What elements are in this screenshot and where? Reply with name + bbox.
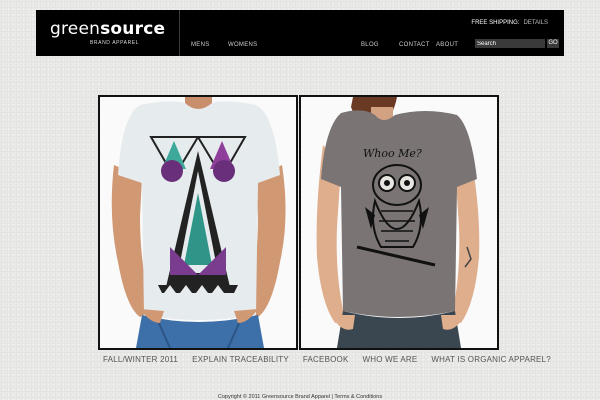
nav-about[interactable]: ABOUT [436,42,458,48]
site-header: greensource BRAND APPAREL MENS WOMENS BL… [36,10,564,56]
site-footer: Copyright © 2011 Greensource Brand Appar… [217,394,383,400]
link-fall-winter-2011[interactable]: FALL/WINTER 2011 [103,355,178,364]
womens-tee-product-image[interactable]: Whoo Me? [299,95,499,350]
mens-tee-product-image[interactable] [98,95,298,350]
nav-contact[interactable]: CONTACT [399,42,430,48]
brand-logo-wordmark: greensource [50,19,166,39]
free-shipping-label: FREE SHIPPING: [471,20,520,26]
free-shipping-notice: FREE SHIPPING: DETAILS [471,20,548,26]
mens-tee-illustration [100,97,296,348]
nav-womens[interactable]: WOMENS [228,42,257,48]
shipping-details-link[interactable]: DETAILS [523,20,548,26]
link-who-we-are[interactable]: WHO WE ARE [363,355,418,364]
nav-blog[interactable]: BLOG [361,42,379,48]
bottom-link-bar: FALL/WINTER 2011 EXPLAIN TRACEABILITY FACE… [103,355,565,364]
link-what-is-organic-apparel[interactable]: WHAT IS ORGANIC APPAREL? [431,355,551,364]
nav-mens[interactable]: MENS [191,42,210,48]
link-explain-traceability[interactable]: EXPLAIN TRACEABILITY [192,355,289,364]
brand-tagline: BRAND APPAREL [90,40,140,46]
link-facebook[interactable]: FACEBOOK [303,355,349,364]
search-go-button[interactable]: GO [547,39,559,48]
brand-logo[interactable]: greensource BRAND APPAREL [36,10,180,56]
shirt-print-text: Whoo Me? [363,147,422,160]
search-input[interactable] [475,39,545,48]
womens-tee-illustration: Whoo Me? [301,97,497,348]
